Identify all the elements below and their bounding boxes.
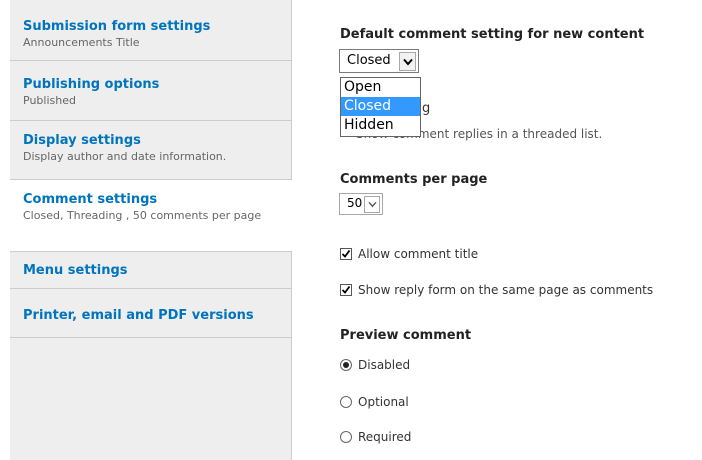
tab-title: Comment settings [23,192,158,207]
preview-disabled-label: Disabled [358,358,411,372]
preview-disabled-row[interactable]: Disabled [340,358,410,372]
tab-title: Display settings [23,133,141,148]
allow-comment-title-checkbox[interactable] [340,248,352,260]
tab-summary: Published [23,94,76,107]
tab-display-settings[interactable]: Display settings Display author and date… [10,121,291,180]
option-hidden[interactable]: Hidden [341,116,420,135]
vertical-tabs: Submission form settings Announcements T… [10,0,292,460]
reply-form-label: Show reply form on the same page as comm… [358,283,654,297]
select-value: 50 [347,196,363,210]
allow-comment-title-row[interactable]: Allow comment title [340,247,478,261]
preview-optional-radio[interactable] [340,396,352,408]
tab-publishing-options[interactable]: Publishing options Published [10,61,291,121]
allow-comment-title-label: Allow comment title [358,247,479,261]
chevron-down-icon[interactable] [364,196,380,213]
tab-summary: Closed, Threading , 50 comments per page [23,209,262,222]
comments-per-page-select[interactable]: 50 [339,193,383,215]
tab-summary: Announcements Title [23,36,140,49]
tab-submission-form-settings[interactable]: Submission form settings Announcements T… [10,0,291,61]
tab-title: Submission form settings [23,19,211,34]
preview-optional-row[interactable]: Optional [340,395,409,409]
select-value: Closed [347,53,391,68]
chevron-down-icon[interactable] [399,52,416,71]
reply-form-row[interactable]: Show reply form on the same page as comm… [340,283,653,297]
threading-label: g [422,101,431,116]
tab-summary: Display author and date information. [23,150,227,163]
preview-optional-label: Optional [358,395,409,409]
tab-comment-settings[interactable]: Comment settings Closed, Threading , 50 … [10,180,292,252]
option-open[interactable]: Open [341,78,420,97]
comments-per-page-label: Comments per page [340,172,488,187]
preview-required-radio[interactable] [340,431,352,443]
tab-printer-email-pdf[interactable]: Printer, email and PDF versions [10,289,291,338]
default-comment-select[interactable]: Closed [339,49,419,73]
preview-disabled-radio[interactable] [340,359,352,371]
tab-title: Publishing options [23,77,160,92]
reply-form-checkbox[interactable] [340,284,352,296]
default-comment-label: Default comment setting for new content [340,27,645,42]
tab-menu-settings[interactable]: Menu settings [10,252,291,289]
default-comment-dropdown: Open Closed Hidden [340,77,421,137]
tab-title: Printer, email and PDF versions [23,308,254,323]
option-closed[interactable]: Closed [341,97,420,116]
preview-required-row[interactable]: Required [340,430,411,444]
preview-required-label: Required [358,430,412,444]
tab-title: Menu settings [23,263,128,278]
preview-comment-label: Preview comment [340,328,472,343]
